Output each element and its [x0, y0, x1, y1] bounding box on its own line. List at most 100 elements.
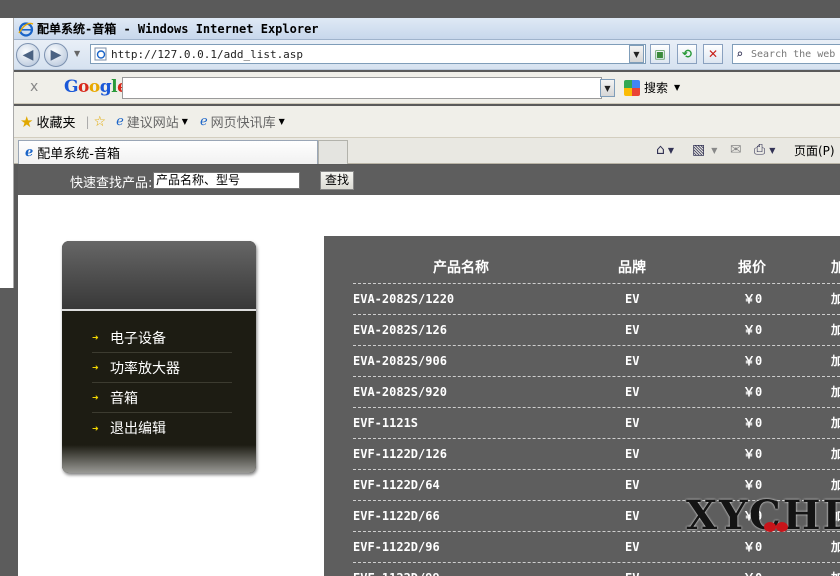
cell-product-name: EVF-1122D/126	[353, 447, 447, 461]
refresh-button[interactable]: ⟲	[677, 44, 697, 64]
suggested-sites-link[interactable]: ℯ 建议网站 ▼	[116, 112, 188, 131]
chevron-down-icon: ▼	[633, 49, 640, 59]
google-search-icon	[624, 79, 640, 96]
menu-header	[62, 241, 256, 311]
add-link[interactable]: 加	[831, 346, 840, 376]
divider: |	[85, 114, 90, 129]
stop-icon: ✕	[707, 47, 719, 61]
table-row: EVF-1121S EV ￥0 加	[353, 408, 840, 439]
tab-bar: ℯ 配单系统-音箱 ⌂ ▼ ▧ ▼ ✉ ⎙ ▼ 页面(P)	[14, 138, 840, 164]
chevron-down-icon: ▼	[604, 83, 611, 93]
cell-price: ￥0	[743, 563, 762, 576]
menu-item-speakers[interactable]: ➜ 音箱	[92, 383, 232, 413]
add-link[interactable]: 加	[831, 563, 840, 576]
search-icon: ⌕	[736, 47, 744, 61]
cell-product-name: EVF-1122D/99	[353, 563, 440, 576]
cell-product-name: EVF-1122D/96	[353, 540, 440, 554]
mail-icon: ✉	[730, 142, 742, 158]
add-link[interactable]: 加	[831, 284, 840, 314]
add-favorite-icon[interactable]: ☆	[94, 114, 107, 130]
web-slice-gallery-link[interactable]: ℯ 网页快讯库 ▼	[200, 112, 285, 131]
cell-brand: EV	[625, 416, 640, 430]
cell-brand: EV	[625, 478, 640, 492]
ie-page-icon: ℯ	[199, 114, 208, 129]
cell-product-name: EVA-2082S/1220	[353, 292, 455, 306]
arrow-right-icon: ➜	[92, 333, 99, 342]
stop-button[interactable]: ✕	[703, 44, 723, 64]
quick-search-band: 快速查找产品: 产品名称、型号 查找	[18, 165, 840, 195]
navigation-bar: ◀ ▶ ▼ http://127.0.0.1/add_list.asp ▼ ▣ …	[14, 40, 840, 70]
suggested-sites-label: 建议网站	[126, 116, 179, 131]
feeds-button[interactable]: ▧ ▼	[692, 142, 717, 158]
tab-active[interactable]: ℯ 配单系统-音箱	[18, 140, 318, 164]
cell-price: ￥0	[743, 354, 763, 368]
ie-page-icon: ℯ	[25, 145, 34, 160]
printer-icon: ⎙	[754, 142, 766, 158]
add-link[interactable]: 加	[831, 315, 840, 345]
table-row: EVA-2082S/906 EV ￥0 加	[353, 346, 840, 377]
menu-item-amplifiers[interactable]: ➜ 功率放大器	[92, 353, 232, 383]
address-bar[interactable]: http://127.0.0.1/add_list.asp	[90, 44, 646, 64]
page-menu-button[interactable]: 页面(P)	[794, 142, 835, 159]
ie-logo-icon	[18, 21, 34, 37]
compatibility-view-button[interactable]: ▣	[650, 44, 670, 64]
quick-search-button[interactable]: 查找	[320, 171, 354, 190]
google-search-input[interactable]	[122, 77, 602, 99]
tab-title: 配单系统-音箱	[37, 147, 120, 162]
favorites-bar: ★ 收藏夹 | ☆ ℯ 建议网站 ▼ ℯ 网页快讯库 ▼	[14, 106, 840, 138]
forward-arrow-icon: ▶	[50, 47, 62, 63]
desktop-window-edge	[0, 18, 14, 288]
print-button[interactable]: ⎙ ▼	[754, 142, 775, 158]
table-row: EVF-1122D/126 EV ￥0 加	[353, 439, 840, 470]
chevron-down-icon: ▼	[769, 145, 776, 155]
menu-item-label: 音箱	[110, 390, 138, 407]
menu-item-exit-edit[interactable]: ➜ 退出编辑	[92, 413, 232, 443]
cell-brand: EV	[625, 385, 640, 399]
cell-product-name: EVA-2082S/920	[353, 385, 447, 399]
favorites-button[interactable]: ★ 收藏夹	[20, 112, 75, 132]
table-row: EVA-2082S/126 EV ￥0 加	[353, 315, 840, 346]
window-title-bar[interactable]: 配单系统-音箱 - Windows Internet Explorer	[14, 18, 840, 40]
cell-price: ￥0	[743, 323, 763, 337]
menu-item-label: 功率放大器	[110, 360, 180, 377]
column-header-add: 加	[831, 260, 840, 276]
google-search-label: 搜索	[644, 81, 669, 95]
quick-search-label: 快速查找产品:	[70, 176, 153, 191]
close-toolbar-button[interactable]: x	[30, 79, 38, 95]
back-button[interactable]: ◀	[16, 43, 40, 67]
cell-brand: EV	[625, 323, 640, 337]
menu-item-label: 退出编辑	[110, 421, 166, 437]
refresh-icon: ⟲	[681, 47, 693, 61]
web-search-placeholder: Search the web	[751, 48, 836, 60]
back-arrow-icon: ◀	[22, 47, 34, 63]
arrow-right-icon: ➜	[92, 393, 99, 402]
google-search-dropdown[interactable]: ▼	[600, 79, 615, 97]
table-row: EVA-2082S/1220 EV ￥0 加	[353, 284, 840, 315]
address-dropdown-button[interactable]: ▼	[629, 45, 644, 63]
cell-brand: EV	[625, 509, 640, 523]
add-link[interactable]: 加	[831, 439, 840, 469]
web-search-input[interactable]: ⌕ Search the web	[732, 44, 840, 64]
add-link[interactable]: 加	[831, 408, 840, 438]
read-mail-button[interactable]: ✉	[730, 142, 742, 158]
menu-item-electronics[interactable]: ➜ 电子设备	[92, 323, 232, 353]
column-header-brand: 品牌	[618, 260, 646, 276]
cell-brand: EV	[625, 354, 640, 368]
history-dropdown-icon[interactable]: ▼	[74, 49, 80, 58]
cell-product-name: EVF-1122D/66	[353, 509, 440, 523]
cell-product-name: EVF-1121S	[353, 416, 419, 430]
table-header-row: 产品名称 品牌 报价 加	[353, 253, 840, 284]
home-button[interactable]: ⌂ ▼	[656, 142, 674, 158]
forward-button[interactable]: ▶	[44, 43, 68, 67]
add-link[interactable]: 加	[831, 377, 840, 407]
chevron-down-icon: ▼	[667, 145, 675, 155]
cell-product-name: EVF-1122D/64	[353, 478, 440, 492]
quick-search-input[interactable]: 产品名称、型号	[153, 172, 300, 189]
table-row: EVA-2082S/920 EV ￥0 加	[353, 377, 840, 408]
google-toolbar: x Google ▼ 搜索 ▼	[14, 72, 840, 104]
arrow-right-icon: ➜	[92, 423, 99, 433]
google-search-button[interactable]: 搜索 ▼	[624, 79, 680, 96]
cell-price: ￥0	[743, 416, 763, 430]
new-tab-button[interactable]	[318, 140, 348, 164]
cell-brand: EV	[625, 540, 640, 554]
